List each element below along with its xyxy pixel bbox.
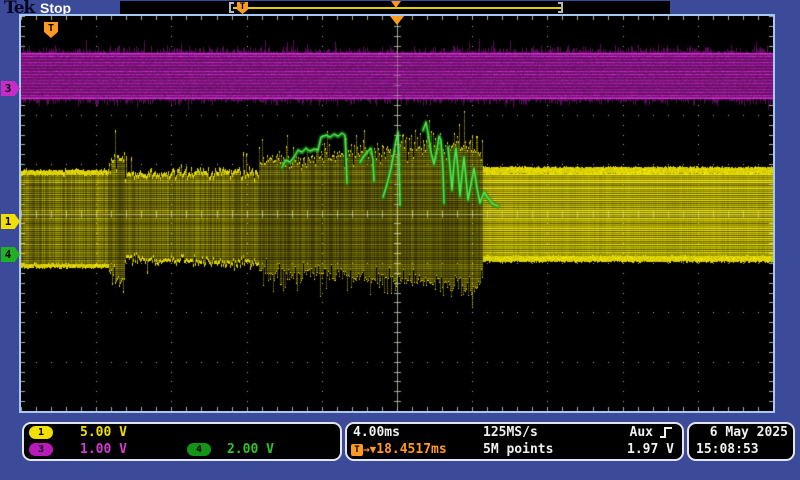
horizontal-readout-row: 4.00ms 125MS/s Aux xyxy=(347,424,682,441)
record-length-value: 5M points xyxy=(483,442,554,457)
trigger-level-value: 1.97 V xyxy=(627,442,674,457)
trigger-delay-badge: T xyxy=(351,443,363,456)
timebase-value: 4.00ms xyxy=(353,425,400,440)
sample-rate-value: 125MS/s xyxy=(483,425,538,440)
trigger-delay-readout-row: T → ▼ 18.4517ms 5M points 1.97 V xyxy=(347,441,682,458)
waveform-display[interactable] xyxy=(21,16,773,411)
ch3-scale: 1.00 V xyxy=(80,442,127,457)
horizontal-trigger-readout-box[interactable]: 4.00ms 125MS/s Aux T → ▼ 18.4517ms 5M po… xyxy=(345,422,684,461)
record-trigger-badge: T xyxy=(237,2,248,14)
trigger-source-label: Aux xyxy=(629,425,653,440)
trigger-delay-value: 18.4517ms xyxy=(376,442,447,457)
rising-edge-icon xyxy=(660,427,672,438)
record-view-bar[interactable]: T xyxy=(120,1,670,14)
channel-4-marker[interactable]: 4 xyxy=(1,247,20,262)
ch1-readout-row: 1 5.00 V xyxy=(24,424,340,441)
channel-readouts-box[interactable]: 1 5.00 V 3 1.00 V 4 2.00 V xyxy=(22,422,342,461)
ch3-badge[interactable]: 3 xyxy=(29,443,53,456)
trigger-position-icon[interactable] xyxy=(390,16,404,25)
ch4-badge[interactable]: 4 xyxy=(186,443,211,456)
ch1-scale: 5.00 V xyxy=(80,425,127,440)
ch3-ch4-readout-row: 3 1.00 V 4 2.00 V xyxy=(24,441,340,458)
arrow-right-icon: → xyxy=(363,443,370,456)
channel-3-marker[interactable]: 3 xyxy=(1,81,20,96)
ch1-badge[interactable]: 1 xyxy=(29,426,53,439)
date-value: 6 May 2025 xyxy=(709,425,788,440)
record-window-bracket-left-icon xyxy=(229,2,234,13)
datetime-box: 6 May 2025 15:08:53 xyxy=(687,422,795,461)
record-trigger-position-icon xyxy=(391,1,401,8)
delay-marker-icon: ▼ xyxy=(369,443,377,456)
ch4-scale: 2.00 V xyxy=(226,442,274,457)
channel-1-marker[interactable]: 1 xyxy=(1,214,20,229)
time-value: 15:08:53 xyxy=(696,442,759,457)
record-window-bracket-right-icon xyxy=(558,2,563,13)
graticule-frame xyxy=(19,14,775,413)
